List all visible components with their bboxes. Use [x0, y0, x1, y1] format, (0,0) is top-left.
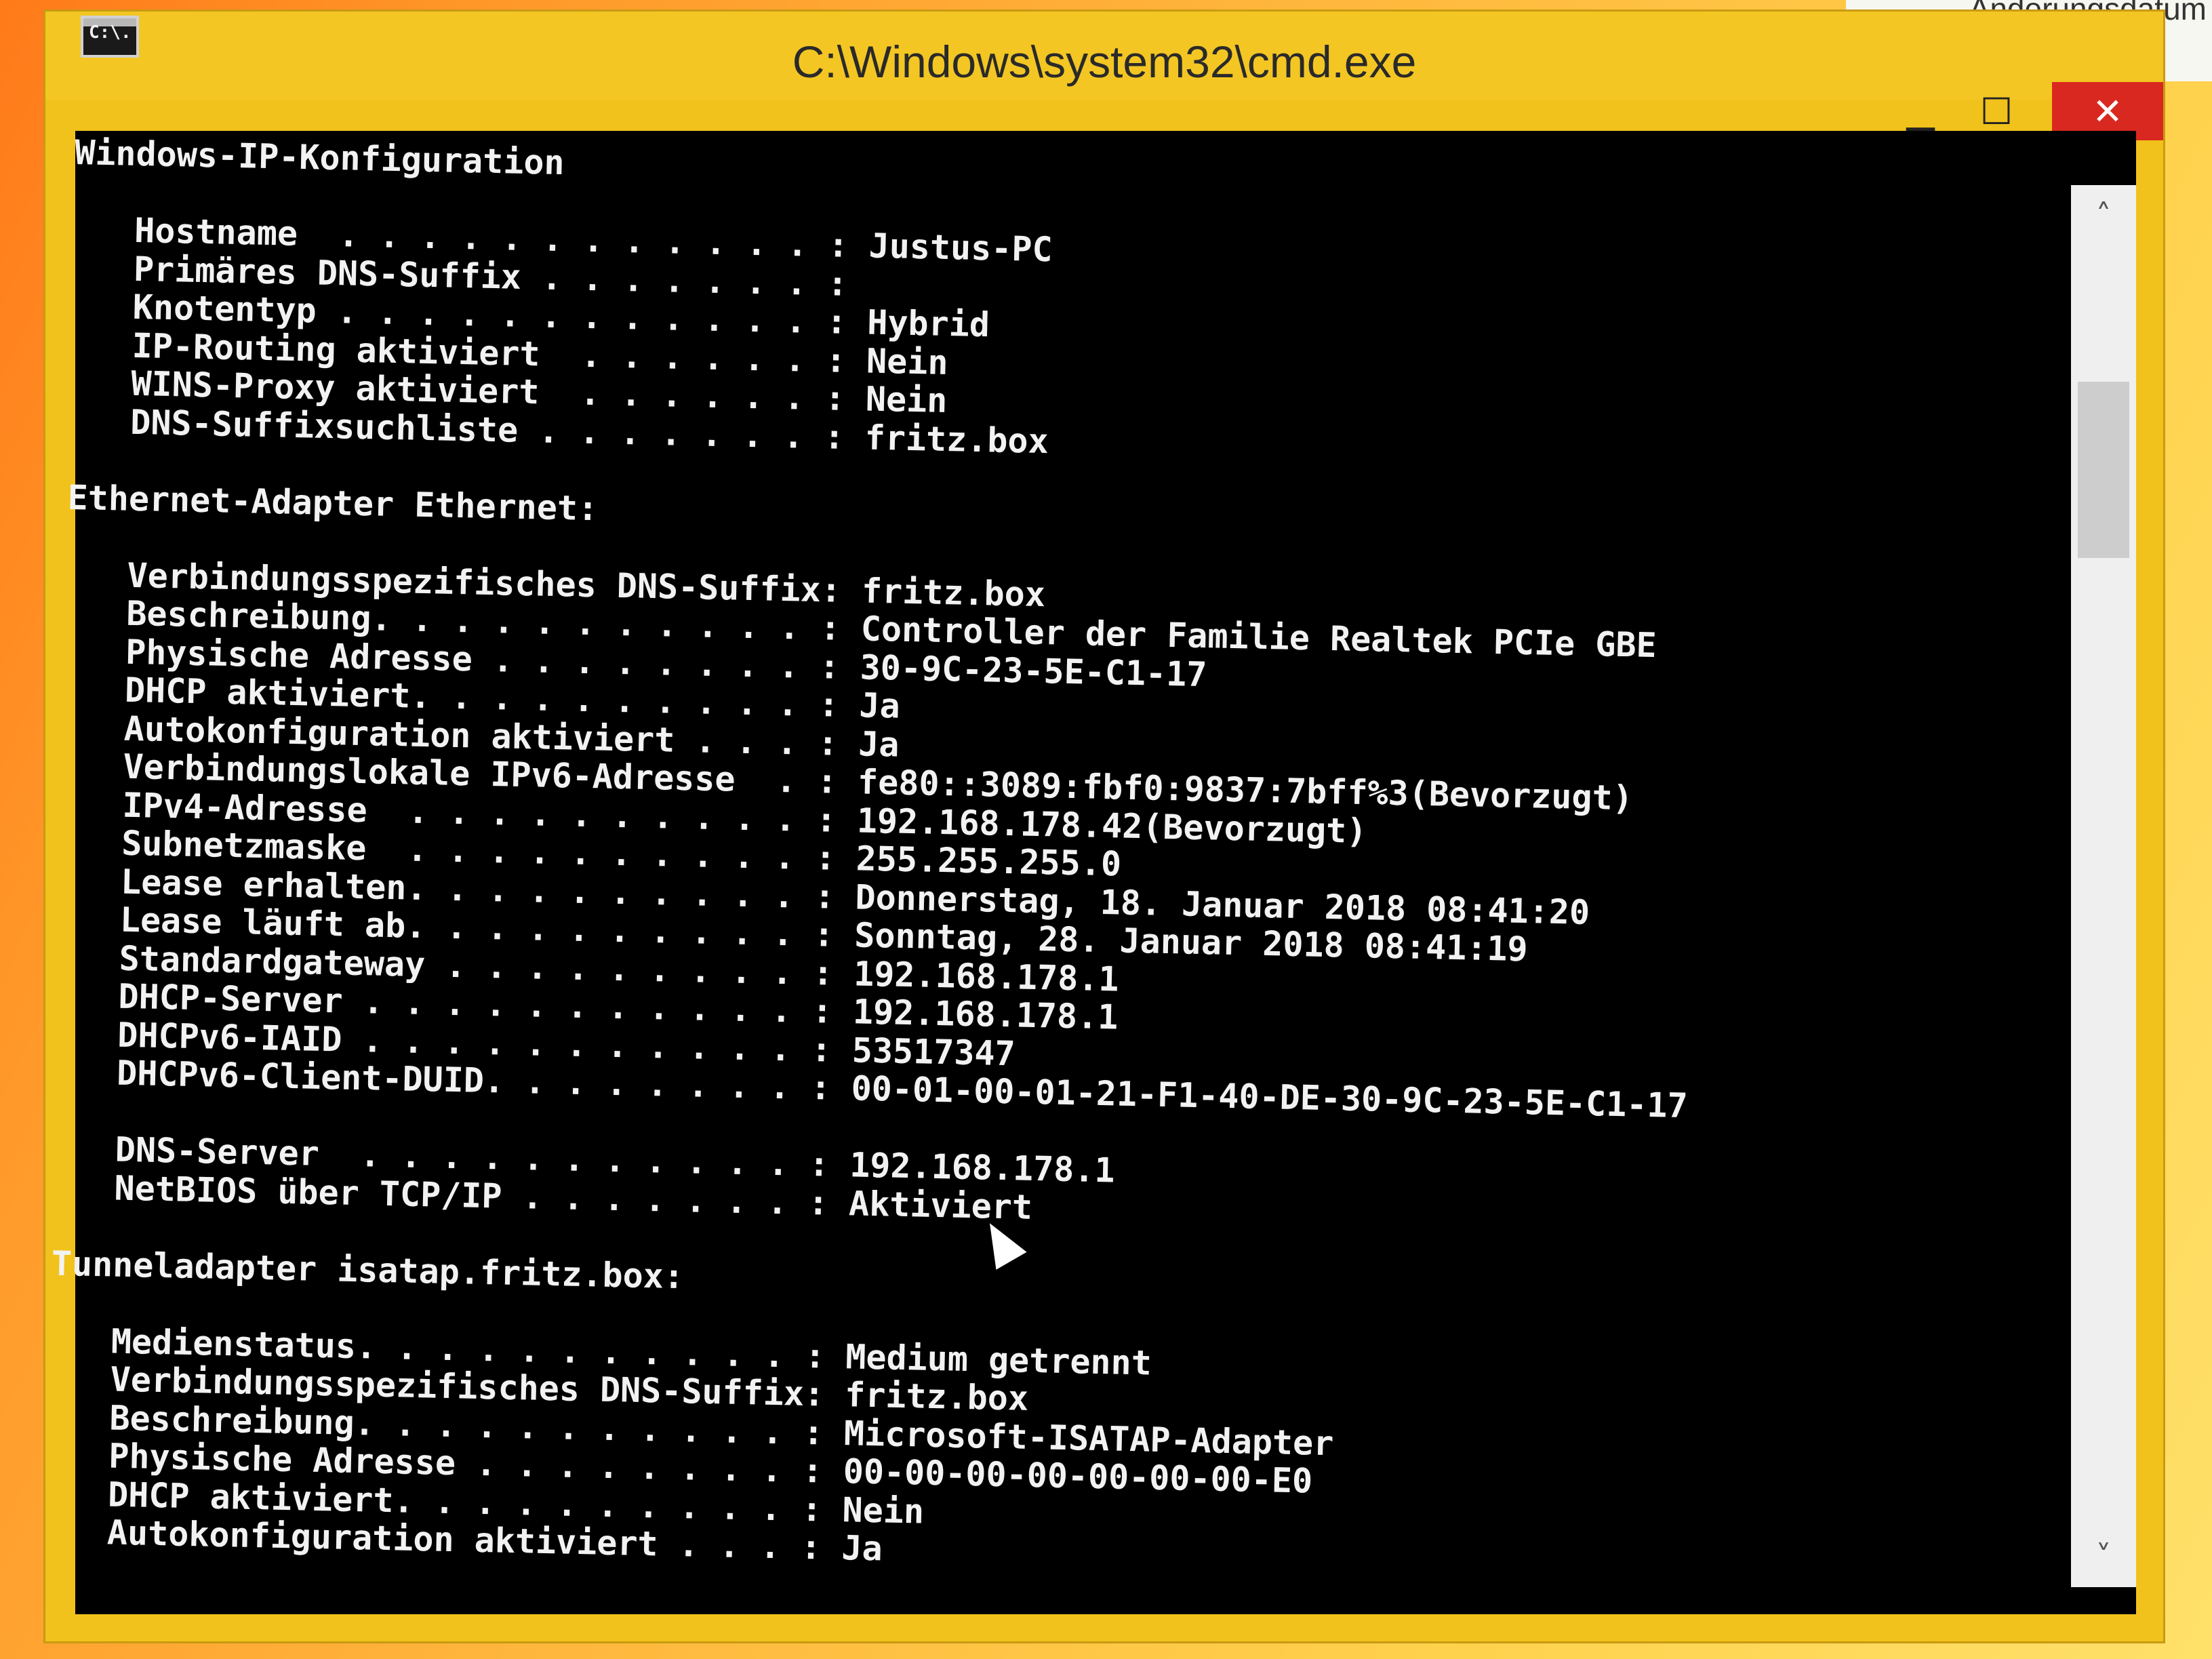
console-line: Windows-IP-Konfiguration — [74, 132, 565, 183]
scroll-down-icon[interactable]: ˅ — [2071, 1526, 2136, 1587]
vertical-scrollbar[interactable]: ˄ ˅ — [2071, 185, 2136, 1587]
console-line: Tunneladapter isatap.fritz.box: — [51, 1243, 685, 1296]
console-area[interactable]: Windows-IP-Konfiguration Hostname . . . … — [51, 131, 2136, 1614]
scroll-up-icon[interactable]: ˄ — [2071, 185, 2136, 246]
scroll-thumb[interactable] — [2078, 382, 2129, 558]
title-bar[interactable]: C:\. C:\Windows\system32\cmd.exe — [45, 12, 2163, 100]
window-title: C:\Windows\system32\cmd.exe — [792, 37, 1417, 87]
cmd-window: C:\. C:\Windows\system32\cmd.exe ▁ ☐ ✕ W… — [43, 9, 2165, 1643]
console-line: Ethernet-Adapter Ethernet: — [67, 477, 599, 528]
console-output: Windows-IP-Konfiguration Hostname . . . … — [44, 131, 2054, 1656]
